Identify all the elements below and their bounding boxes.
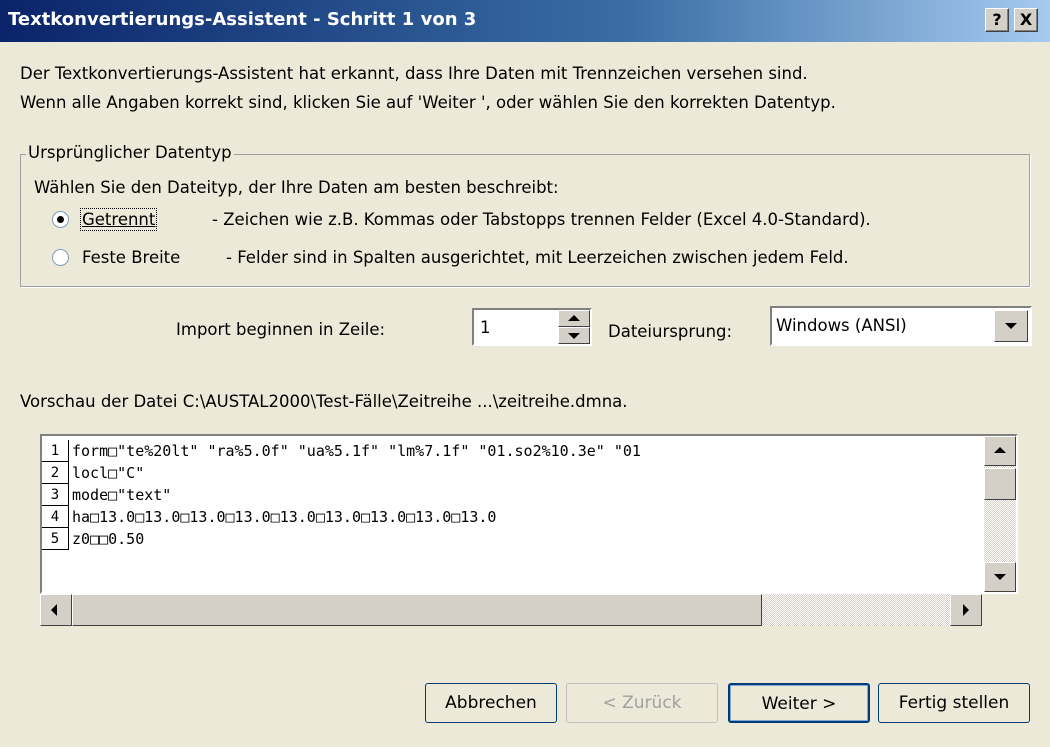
file-origin-select[interactable]: Windows (ANSI) <box>770 306 1032 346</box>
chevron-down-icon <box>1005 323 1017 329</box>
finish-button[interactable]: Fertig stellen <box>878 683 1030 723</box>
row-text: ha□13.0□13.0□13.0□13.0□13.0□13.0□13.0□13… <box>72 508 497 526</box>
next-button[interactable]: Weiter > <box>728 683 870 723</box>
scroll-up-button[interactable] <box>984 436 1016 466</box>
window-title: Textkonvertierungs-Assistent - Schritt 1… <box>8 9 477 30</box>
row-number: 1 <box>42 440 69 462</box>
row-number: 2 <box>42 462 69 484</box>
arrow-up-icon <box>994 447 1006 453</box>
file-origin-value: Windows (ANSI) <box>776 316 907 335</box>
datatype-group-legend: Ursprünglicher Datentyp <box>26 143 234 162</box>
radio-getrennt-label[interactable]: Getrennt <box>79 208 158 231</box>
scroll-right-button[interactable] <box>950 594 982 626</box>
horizontal-scroll-thumb[interactable] <box>72 594 762 626</box>
radio-selected-dot <box>57 216 64 223</box>
row-number: 4 <box>42 506 69 528</box>
arrow-right-icon <box>963 604 969 616</box>
row-text: form□"te%20lt" "ra%5.0f" "ua%5.1f" "lm%7… <box>72 442 641 460</box>
scroll-left-button[interactable] <box>40 594 72 626</box>
radio-feste-breite-description: - Felder sind in Spalten ausgerichtet, m… <box>226 248 849 267</box>
preview-area[interactable]: 1 form□"te%20lt" "ra%5.0f" "ua%5.1f" "lm… <box>40 434 1018 594</box>
import-start-field[interactable]: 1 <box>472 308 592 346</box>
spin-up-button[interactable] <box>558 310 590 327</box>
intro-line-1: Der Textkonvertierungs-Assistent hat erk… <box>20 64 808 83</box>
title-bar: Textkonvertierungs-Assistent - Schritt 1… <box>0 0 1050 42</box>
row-text: mode□"text" <box>72 486 172 504</box>
cancel-button[interactable]: Abbrechen <box>425 683 557 723</box>
radio-feste-breite[interactable] <box>52 249 69 266</box>
row-text: z0□□0.50 <box>72 530 145 548</box>
preview-row: 2 locl□"C" <box>42 462 982 484</box>
vertical-scroll-thumb[interactable] <box>984 468 1016 500</box>
arrow-down-icon <box>568 333 580 339</box>
intro-line-2: Wenn alle Angaben korrekt sind, klicken … <box>20 93 836 112</box>
import-start-label: Import beginnen in Zeile: <box>176 320 386 339</box>
file-origin-label: Dateiursprung: <box>608 322 733 341</box>
help-button[interactable]: ? <box>985 8 1009 32</box>
preview-row: 3 mode□"text" <box>42 484 982 506</box>
row-text: locl□"C" <box>72 464 145 482</box>
preview-label: Vorschau der Datei C:\AUSTAL2000\Test-Fä… <box>20 392 628 411</box>
preview-row: 1 form□"te%20lt" "ra%5.0f" "ua%5.1f" "lm… <box>42 440 982 462</box>
preview-row: 5 z0□□0.50 <box>42 528 982 550</box>
horizontal-scrollbar[interactable] <box>40 594 982 626</box>
row-number: 5 <box>42 528 69 550</box>
close-button[interactable]: X <box>1014 8 1038 32</box>
spin-down-button[interactable] <box>558 327 590 344</box>
vertical-scrollbar[interactable] <box>984 436 1016 592</box>
radio-getrennt[interactable] <box>52 211 69 228</box>
arrow-down-icon <box>994 574 1006 580</box>
back-button[interactable]: < Zurück <box>566 683 718 723</box>
preview-row: 4 ha□13.0□13.0□13.0□13.0□13.0□13.0□13.0□… <box>42 506 982 528</box>
import-start-value: 1 <box>480 318 491 337</box>
row-number: 3 <box>42 484 69 506</box>
scroll-down-button[interactable] <box>984 562 1016 592</box>
radio-getrennt-description: - Zeichen wie z.B. Kommas oder Tabstopps… <box>212 210 871 229</box>
dropdown-button[interactable] <box>994 310 1028 342</box>
arrow-up-icon <box>568 315 580 321</box>
datatype-prompt: Wählen Sie den Dateityp, der Ihre Daten … <box>34 178 559 197</box>
radio-feste-breite-label[interactable]: Feste Breite <box>82 248 180 267</box>
arrow-left-icon <box>51 604 57 616</box>
